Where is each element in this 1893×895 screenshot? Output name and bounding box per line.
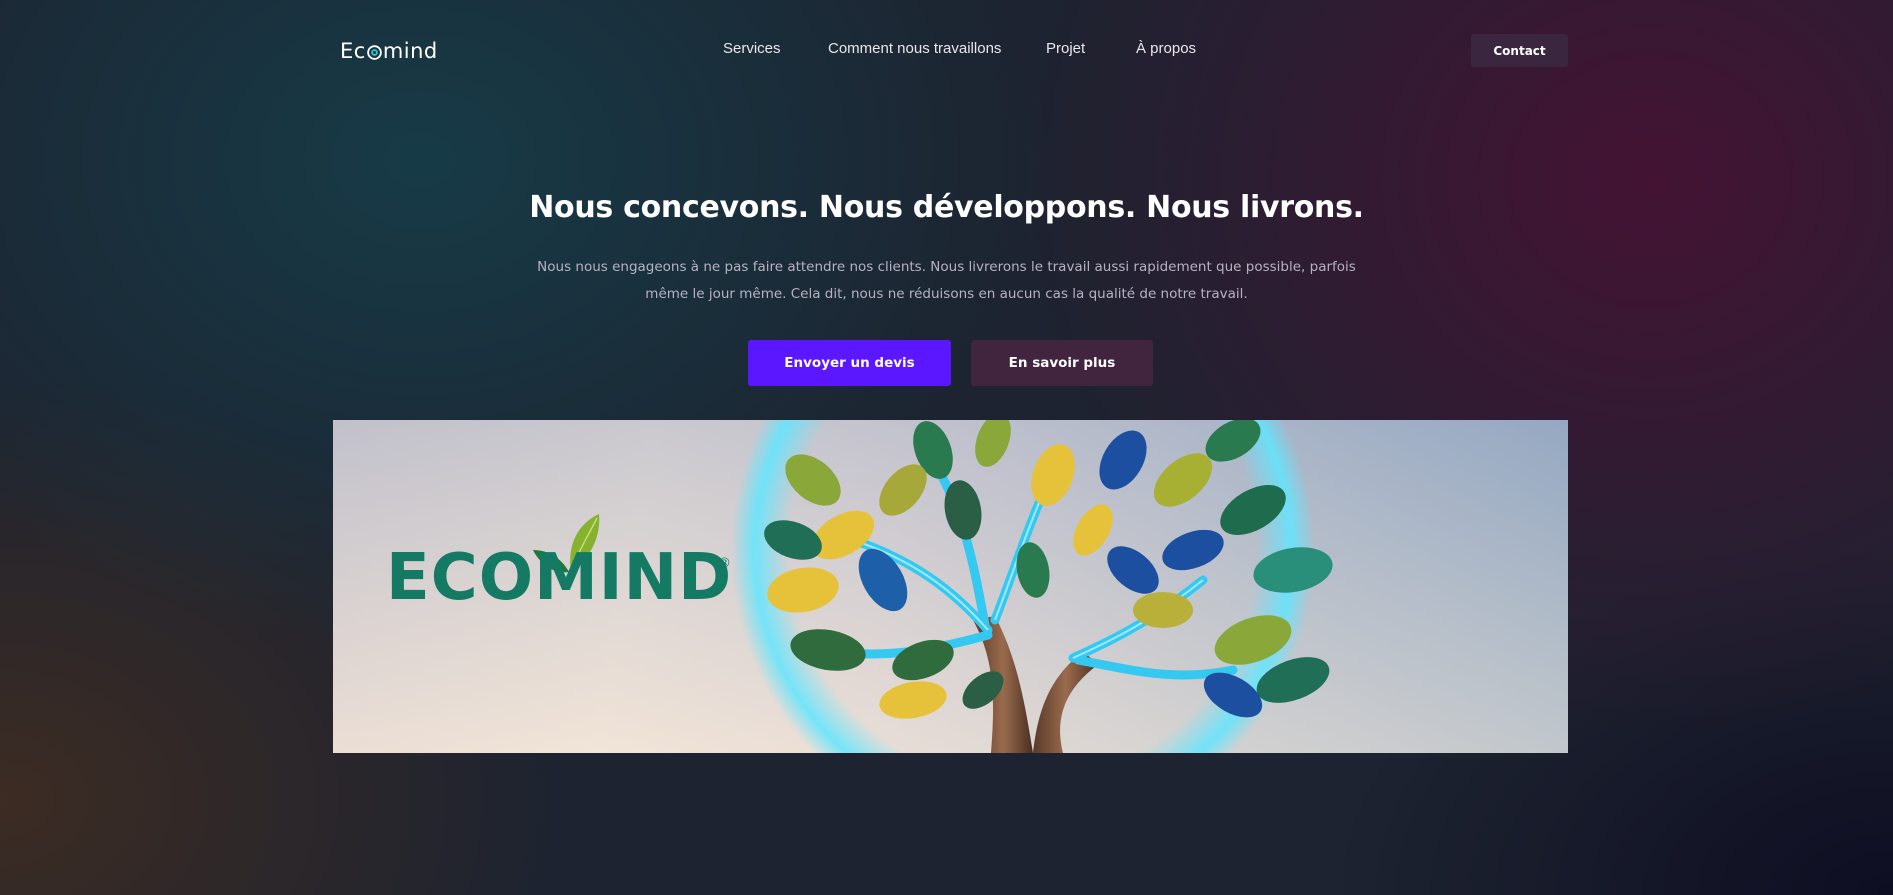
circuit-tree-illustration [733, 420, 1333, 753]
nav-item-services[interactable]: Services [723, 40, 781, 57]
nav-item-a-propos[interactable]: À propos [1136, 40, 1196, 57]
send-quote-button[interactable]: Envoyer un devis [748, 340, 951, 386]
nav-item-projet[interactable]: Projet [1046, 40, 1085, 57]
main-nav: Services Comment nous travaillons Projet… [0, 40, 1893, 62]
contact-button[interactable]: Contact [1471, 34, 1568, 67]
banner-wordmark: ECOMIND [386, 541, 733, 615]
hero-banner-image: ECOMIND ® [333, 420, 1568, 753]
hero-title: Nous concevons. Nous développons. Nous l… [529, 190, 1364, 225]
page: Ec mind Services Comment nous travaillon… [0, 0, 1893, 895]
learn-more-button[interactable]: En savoir plus [971, 340, 1153, 386]
registered-trademark: ® [718, 556, 731, 571]
hero-description: Nous nous engageons à ne pas faire atten… [537, 259, 1356, 302]
nav-item-comment-nous-travaillons[interactable]: Comment nous travaillons [828, 40, 1001, 57]
